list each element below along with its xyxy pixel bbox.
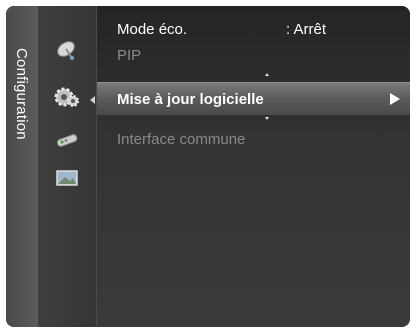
menu-item-software-upgrade[interactable]: Mise à jour logicielle [97,82,410,116]
menu-item-pip: PIP [97,42,410,68]
category-icon-column [38,6,97,327]
category-title: Configuration [13,48,30,140]
category-picture[interactable] [50,163,84,193]
gear-icon [54,87,79,107]
menu-item-label: Interface commune [117,130,246,148]
active-category-indicator-icon [90,96,95,104]
menu-item-value: : Arrêt [286,20,327,38]
tv-osd-menu: Configuration Mode éco.: Arrêt PIP Mise… [6,6,410,327]
menu-item-label: Mode éco. [117,20,188,38]
menu-item-eco-mode[interactable]: Mode éco. : Arrêt [97,16,410,42]
category-channel[interactable] [50,35,84,65]
enter-arrow-icon [390,93,400,105]
menu-item-label: PIP [117,46,142,64]
category-tab: Configuration [6,6,38,327]
category-input[interactable] [50,125,84,155]
menu-item-common-interface: Interface commune [97,126,410,152]
menu-list: Mode éco. : Arrêt PIP Mise à jour logici… [97,6,410,327]
menu-item-label: Mise à jour logicielle [117,90,264,108]
category-setup[interactable] [50,82,84,112]
satellite-dish-icon [57,41,75,60]
remote-control-icon [56,134,78,147]
scroll-up-icon [265,73,269,76]
picture-icon [56,170,78,186]
scroll-down-icon [265,117,269,120]
